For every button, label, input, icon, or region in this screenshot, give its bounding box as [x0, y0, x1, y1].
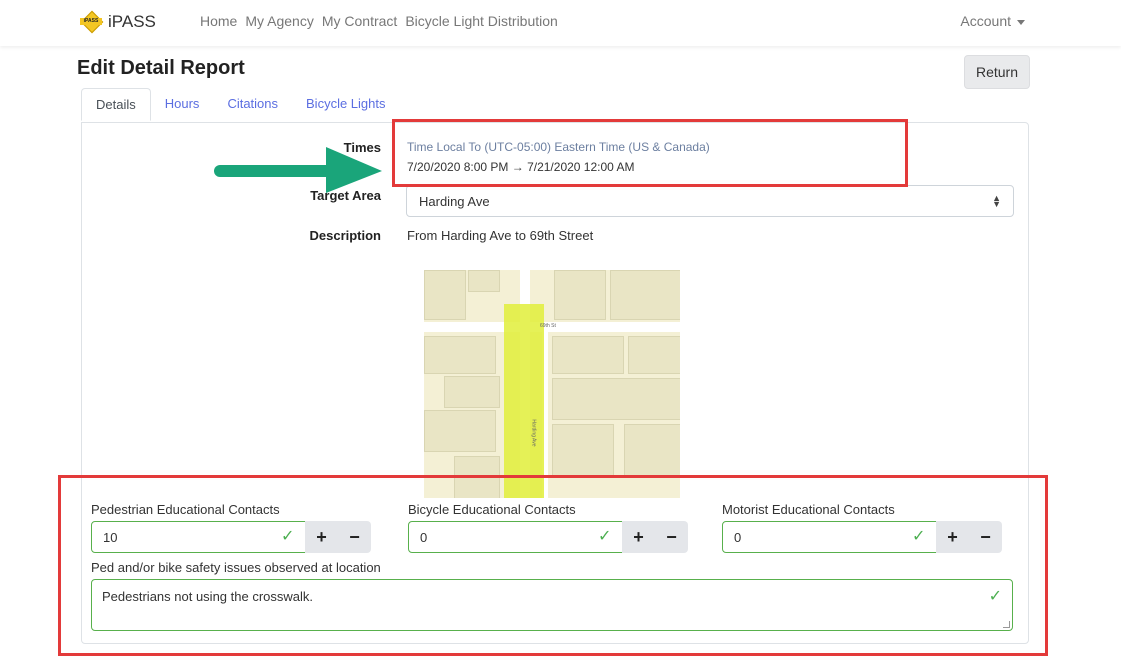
target-area-map: 69th St Harding Ave: [424, 270, 680, 498]
highlighted-street-segment: [504, 304, 544, 498]
times-highlight-box: [392, 119, 908, 187]
caret-down-icon: [1017, 19, 1025, 25]
nav-link-my-contract[interactable]: My Contract: [322, 13, 397, 29]
brand-name[interactable]: iPASS: [108, 12, 156, 32]
nav-links: Home My Agency My Contract Bicycle Light…: [200, 13, 558, 29]
ipass-logo-icon: iPASS: [80, 10, 104, 34]
tab-hours[interactable]: Hours: [151, 88, 214, 121]
account-dropdown[interactable]: Account: [960, 13, 1025, 29]
account-label: Account: [960, 13, 1011, 29]
nav-link-bicycle-light-distribution[interactable]: Bicycle Light Distribution: [405, 13, 558, 29]
return-button[interactable]: Return: [964, 55, 1030, 89]
tab-bar: Details Hours Citations Bicycle Lights: [81, 88, 400, 121]
tab-citations[interactable]: Citations: [213, 88, 292, 121]
tab-bicycle-lights[interactable]: Bicycle Lights: [292, 88, 399, 121]
top-navbar: iPASS iPASS Home My Agency My Contract B…: [0, 0, 1121, 46]
tab-details[interactable]: Details: [81, 88, 151, 121]
target-area-select[interactable]: Harding Ave ▲ ▼: [406, 185, 1014, 217]
map-avenue-label: Harding Ave: [530, 419, 537, 447]
green-arrow-icon: [214, 147, 382, 193]
brand[interactable]: iPASS iPASS: [80, 10, 156, 34]
contacts-highlight-box: [58, 475, 1048, 656]
nav-link-my-agency[interactable]: My Agency: [245, 13, 313, 29]
map-street-label: 69th St: [540, 323, 556, 329]
description-value: From Harding Ave to 69th Street: [407, 228, 594, 243]
page-title: Edit Detail Report: [77, 57, 245, 79]
nav-link-home[interactable]: Home: [200, 13, 237, 29]
select-arrows-icon: ▲ ▼: [992, 193, 1001, 209]
description-label: Description: [309, 228, 381, 243]
target-area-value: Harding Ave: [419, 194, 490, 209]
